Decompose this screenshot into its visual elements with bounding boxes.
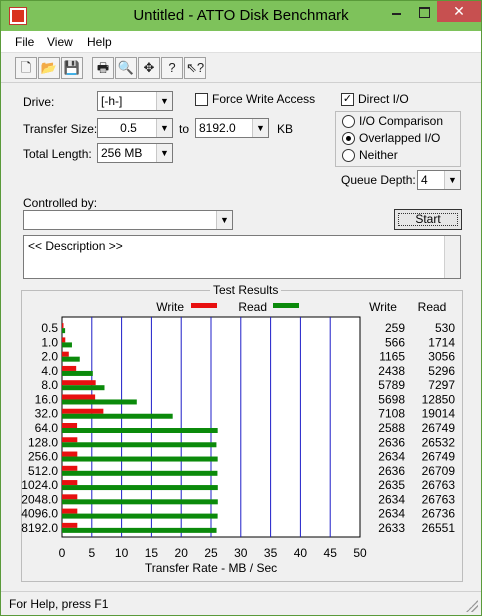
read-bar xyxy=(62,456,218,462)
resize-grip-icon[interactable] xyxy=(466,600,478,612)
write-value-cell: 1165 xyxy=(379,350,405,364)
results-chart: 0 5 10 15 20 25 30 35 40 45 50 Transfer Rate - MB /… xyxy=(21,300,456,575)
app-window: Untitled - ATTO Disk Benchmark ✕ File Vi… xyxy=(0,0,482,616)
write-value-cell: 2634 xyxy=(378,492,405,506)
status-text: For Help, press F1 xyxy=(9,597,109,611)
read-value-cell: 26736 xyxy=(422,507,456,521)
x-tick-label: 15 xyxy=(145,546,159,560)
read-value-cell: 26763 xyxy=(422,478,456,492)
write-bar xyxy=(62,508,78,514)
write-value-cell: 2588 xyxy=(378,421,405,435)
write-value-cell: 2636 xyxy=(378,435,405,449)
write-value-cell: 5789 xyxy=(378,378,405,392)
write-bar xyxy=(62,494,78,500)
y-tick-label: 512.0 xyxy=(28,464,58,478)
x-tick-label: 35 xyxy=(264,546,278,560)
write-bar xyxy=(62,365,77,371)
y-tick-label: 1024.0 xyxy=(21,478,58,492)
x-tick-label: 10 xyxy=(115,546,129,560)
read-column-header: Read xyxy=(418,300,447,314)
read-value-cell: 530 xyxy=(435,321,455,335)
read-value-cell: 12850 xyxy=(422,392,456,406)
write-value-cell: 5698 xyxy=(378,392,405,406)
read-bar xyxy=(62,499,218,505)
write-bar xyxy=(62,394,96,400)
read-bar xyxy=(62,342,72,348)
legend-read-swatch xyxy=(273,303,299,308)
read-bar xyxy=(62,328,66,334)
write-value-cell: 7108 xyxy=(378,407,405,421)
read-value-cell: 19014 xyxy=(422,407,456,421)
x-tick-label: 0 xyxy=(59,546,66,560)
write-bar xyxy=(62,437,78,443)
write-value-cell: 2635 xyxy=(378,478,405,492)
read-bar xyxy=(62,428,218,433)
x-tick-label: 45 xyxy=(324,546,338,560)
y-tick-label: 4.0 xyxy=(41,364,58,378)
read-bar xyxy=(62,442,217,448)
read-bar xyxy=(62,356,80,362)
write-value-cell: 259 xyxy=(385,321,405,335)
legend-read-label: Read xyxy=(238,300,267,314)
write-bar xyxy=(62,351,69,357)
read-value-cell: 26763 xyxy=(422,492,456,506)
y-tick-label: 4096.0 xyxy=(21,507,58,521)
read-value-cell: 26532 xyxy=(422,435,456,449)
write-bar xyxy=(62,465,78,471)
y-tick-label: 8.0 xyxy=(41,378,58,392)
write-bar xyxy=(62,337,66,343)
write-bar xyxy=(62,323,64,329)
write-value-cell: 2634 xyxy=(378,450,405,464)
y-tick-label: 128.0 xyxy=(28,435,58,449)
write-value-cell: 2438 xyxy=(378,364,405,378)
read-value-cell: 1714 xyxy=(428,335,455,349)
read-bar xyxy=(62,513,218,519)
read-value-cell: 26551 xyxy=(422,521,456,535)
x-tick-label: 40 xyxy=(294,546,308,560)
write-bar xyxy=(62,408,104,414)
x-axis-label: Transfer Rate - MB / Sec xyxy=(145,561,277,575)
write-value-cell: 2636 xyxy=(378,464,405,478)
read-value-cell: 5296 xyxy=(428,364,455,378)
write-value-cell: 2633 xyxy=(378,521,405,535)
x-tick-label: 20 xyxy=(175,546,189,560)
write-bar xyxy=(62,380,96,386)
write-value-cell: 2634 xyxy=(378,507,405,521)
write-bar xyxy=(62,423,78,428)
read-value-cell: 26709 xyxy=(422,464,456,478)
read-bar xyxy=(62,370,93,376)
legend-write-label: Write xyxy=(156,300,184,314)
read-bar xyxy=(62,385,105,391)
y-tick-label: 64.0 xyxy=(35,421,59,435)
write-bar xyxy=(62,522,78,528)
read-bar xyxy=(62,485,218,491)
y-tick-label: 256.0 xyxy=(28,450,58,464)
y-tick-label: 32.0 xyxy=(35,407,59,421)
y-tick-label: 0.5 xyxy=(41,321,58,335)
read-value-cell: 26749 xyxy=(422,421,456,435)
read-value-cell: 7297 xyxy=(428,378,455,392)
y-tick-label: 2.0 xyxy=(41,350,58,364)
write-bar xyxy=(62,480,78,486)
read-value-cell: 26749 xyxy=(422,450,456,464)
write-value-cell: 566 xyxy=(385,335,405,349)
x-tick-label: 30 xyxy=(234,546,248,560)
read-value-cell: 3056 xyxy=(428,350,455,364)
legend-write-swatch xyxy=(191,303,217,308)
read-bar xyxy=(62,527,217,533)
y-tick-label: 8192.0 xyxy=(21,521,58,535)
y-tick-label: 2048.0 xyxy=(21,492,58,506)
x-tick-label: 5 xyxy=(88,546,95,560)
write-column-header: Write xyxy=(369,300,397,314)
y-tick-label: 16.0 xyxy=(35,392,59,406)
x-tick-label: 50 xyxy=(353,546,367,560)
read-bar xyxy=(62,470,218,476)
x-tick-label: 25 xyxy=(204,546,218,560)
write-bar xyxy=(62,451,78,457)
read-bar xyxy=(62,399,137,405)
status-bar: For Help, press F1 xyxy=(1,591,481,615)
read-bar xyxy=(62,413,173,419)
y-tick-label: 1.0 xyxy=(41,335,58,349)
